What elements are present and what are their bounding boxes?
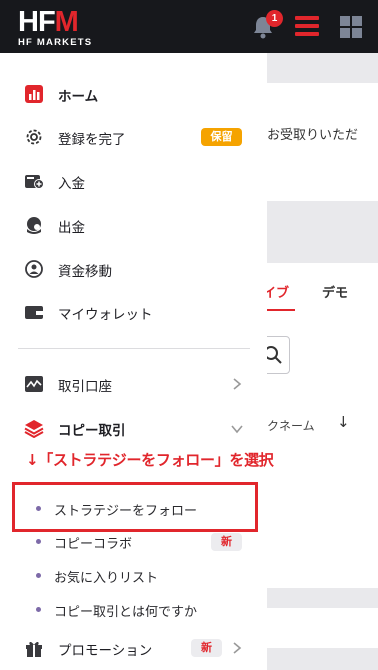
coin-stack-icon (27, 217, 41, 234)
submenu-item-favorites[interactable]: お気に入りリスト (0, 559, 267, 591)
chevron-right-icon (233, 642, 242, 654)
dashboard-chart-icon (25, 85, 43, 103)
menu-item-withdrawal[interactable]: 出金 (0, 205, 267, 245)
submenu-item-what-is-copy[interactable]: コピー取引とは何ですか (0, 593, 267, 625)
menu-label-trading-account: 取引口座 (58, 379, 112, 395)
sort-arrow-icon[interactable]: ↓ (337, 413, 350, 431)
bg-partial-text: お受取りいただ (267, 128, 359, 143)
menu-item-complete-registration[interactable]: 登録を完了 保留 (0, 117, 267, 157)
highlight-box (12, 482, 258, 532)
logo-wordmark: HFM (18, 6, 79, 38)
logo-subtitle: HF MARKETS (18, 37, 93, 48)
menu-label-copy-trading: コピー取引 (58, 423, 126, 439)
chevron-down-icon (231, 425, 243, 434)
menu-label-complete-registration: 登録を完了 (58, 132, 126, 148)
tab-live-underline (267, 309, 295, 311)
bullet-dot (36, 573, 41, 578)
bullet-dot (36, 539, 41, 544)
menu-divider (18, 348, 250, 349)
menu-item-home[interactable]: ホーム (0, 74, 267, 114)
menu-item-fund-transfer[interactable]: 資金移動 (0, 249, 267, 289)
tab-demo[interactable]: デモ (322, 282, 348, 301)
search-icon (267, 346, 282, 364)
bg-info-card: お受取りいただ (267, 83, 378, 201)
instruction-annotation: ↓「ストラテジーをフォロー」を選択 (20, 446, 280, 474)
submenu-label-copy-collab: コピーコラボ (54, 537, 133, 552)
pending-badge: 保留 (201, 128, 242, 146)
notification-badge: 1 (266, 10, 283, 27)
menu-item-copy-trading[interactable]: コピー取引 (0, 408, 267, 448)
new-badge: 新 (191, 639, 222, 657)
menu-item-trading-account[interactable]: 取引口座 (0, 364, 267, 404)
menu-item-promotion[interactable]: プロモーション 新 (0, 628, 267, 668)
hfm-logo[interactable]: HFM HF MARKETS (18, 6, 100, 48)
submenu-label-what-is-copy: コピー取引とは何ですか (54, 605, 198, 620)
trading-chart-icon (25, 376, 43, 392)
wallet-icon (25, 306, 43, 319)
gear-icon (26, 129, 42, 145)
menu-label-home: ホーム (58, 89, 99, 105)
new-badge: 新 (211, 533, 242, 551)
top-header: HFM HF MARKETS 1 (0, 0, 378, 53)
bg-bottom-card (267, 608, 378, 648)
bullet-dot (36, 607, 41, 612)
menu-item-my-wallet[interactable]: マイウォレット (0, 292, 267, 332)
hamburger-menu-icon[interactable] (295, 16, 319, 36)
search-button[interactable] (267, 336, 290, 374)
menu-label-fund-transfer: 資金移動 (58, 264, 112, 280)
gift-icon (26, 641, 42, 657)
menu-label-withdrawal: 出金 (58, 220, 85, 236)
transfer-icon (25, 260, 43, 278)
layers-icon (24, 420, 44, 438)
menu-item-deposit[interactable]: 入金 (0, 161, 267, 201)
menu-label-promotion: プロモーション (58, 643, 153, 659)
submenu-label-favorites: お気に入りリスト (54, 571, 159, 586)
tab-live[interactable]: イブ (267, 282, 289, 301)
chevron-right-icon (233, 378, 242, 390)
background-page: お受取りいただ イブ デモ クネーム ↓ (267, 53, 378, 670)
wallet-plus-icon (25, 175, 44, 189)
apps-grid-icon[interactable] (340, 16, 362, 38)
side-drawer: ホーム 登録を完了 保留 入金 出金 資金移動 マイウォレット 取引口座 コピー… (0, 53, 267, 670)
menu-label-deposit: 入金 (58, 176, 85, 192)
nickname-column-header: クネーム (267, 419, 315, 433)
menu-label-my-wallet: マイウォレット (58, 307, 153, 323)
